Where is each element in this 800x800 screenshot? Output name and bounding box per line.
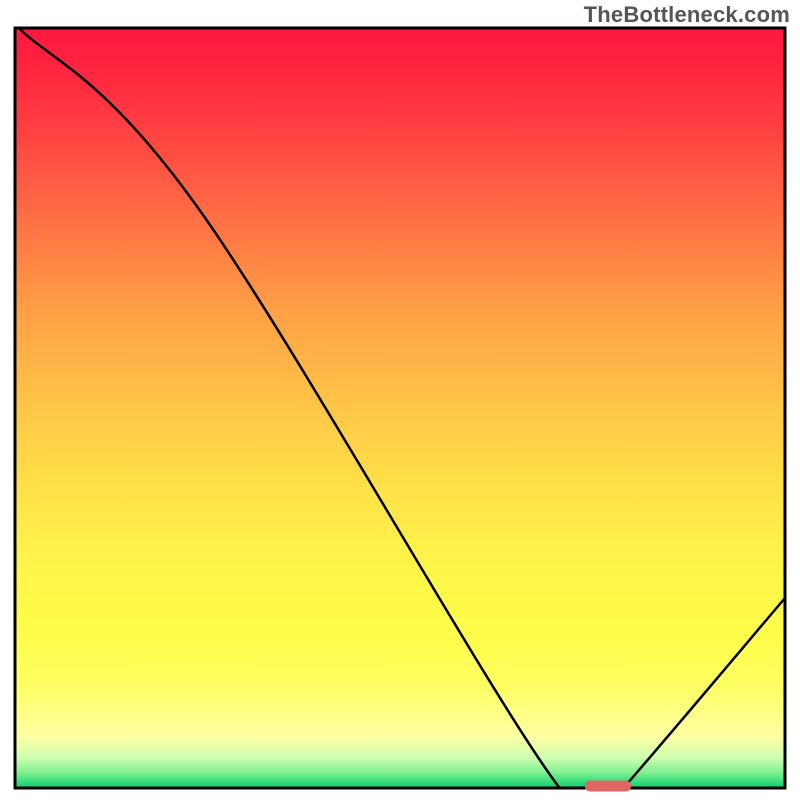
gradient-background	[15, 28, 785, 788]
optimal-marker	[585, 781, 631, 792]
watermark-label: TheBottleneck.com	[584, 2, 790, 28]
bottleneck-chart: TheBottleneck.com	[0, 0, 800, 800]
plot-svg	[0, 0, 800, 800]
